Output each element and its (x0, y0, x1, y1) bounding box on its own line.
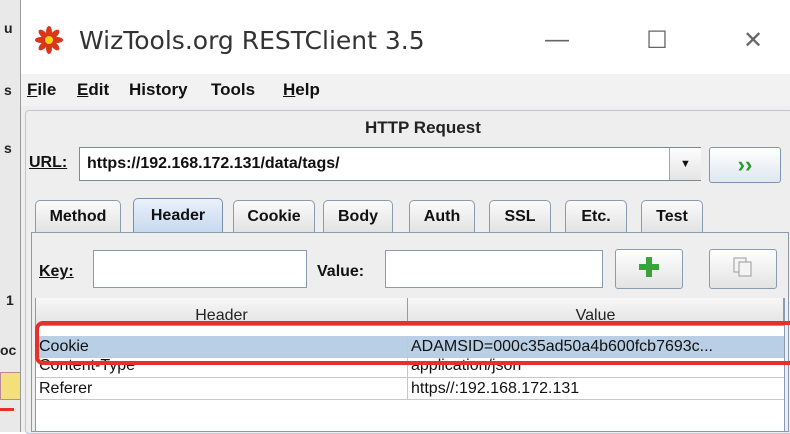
tab-auth[interactable]: Auth (409, 200, 475, 232)
menu-file-label: ile (37, 80, 57, 99)
background-fragment: u (4, 20, 13, 36)
double-arrow-icon: ›› (737, 152, 753, 177)
menu-history[interactable]: History (129, 80, 188, 100)
url-dropdown-button[interactable]: ▼ (669, 148, 701, 180)
menu-edit[interactable]: Edit (77, 80, 109, 100)
app-logo-icon (35, 26, 63, 54)
value-input[interactable] (385, 250, 603, 288)
minimize-button[interactable]: — (531, 20, 583, 60)
url-label: URL: (29, 154, 67, 172)
close-button[interactable]: ✕ (727, 20, 779, 60)
background-window-edge (0, 0, 22, 432)
copy-header-button[interactable] (709, 249, 777, 289)
menu-tools-label: Tools (211, 80, 256, 99)
menu-edit-mnemonic: E (77, 80, 89, 99)
url-label-text: URL: (29, 154, 68, 171)
background-fragment: s (4, 140, 12, 156)
header-cell: Referer (36, 378, 408, 400)
http-request-legend: HTTP Request (361, 118, 485, 138)
restclient-window: WizTools.org RESTClient 3.5 — ☐ ✕ File E… (20, 0, 790, 434)
tab-body[interactable]: Body (323, 200, 393, 232)
key-input[interactable] (93, 250, 307, 288)
menu-edit-label: dit (88, 80, 110, 99)
menu-help-mnemonic: H (283, 80, 296, 99)
table-row[interactable]: Referer https//:192.168.172.131 (36, 378, 784, 400)
maximize-button[interactable]: ☐ (631, 20, 683, 60)
background-highlight-cell (0, 372, 22, 400)
tab-cookie[interactable]: Cookie (233, 200, 315, 232)
value-cell: https//:192.168.172.131 (411, 380, 580, 397)
highlight-annotation (35, 321, 790, 365)
add-header-button[interactable] (615, 249, 683, 289)
menu-help[interactable]: Help (283, 80, 320, 100)
background-fragment: oc (0, 342, 17, 358)
window-title: WizTools.org RESTClient 3.5 (79, 26, 425, 55)
tab-etc[interactable]: Etc. (565, 200, 627, 232)
background-red-mark (0, 408, 14, 411)
tab-test[interactable]: Test (641, 200, 703, 232)
tab-method[interactable]: Method (35, 200, 121, 232)
title-bar: WizTools.org RESTClient 3.5 — ☐ ✕ (21, 0, 790, 74)
send-request-button[interactable]: ›› (709, 147, 781, 183)
menu-file-mnemonic: F (27, 80, 38, 99)
background-fragment: 1 (6, 292, 14, 308)
value-label: Value: (317, 263, 365, 280)
plus-icon (638, 256, 660, 283)
menu-help-label: elp (295, 80, 320, 99)
chevron-down-icon: ▼ (680, 158, 691, 170)
tab-ssl[interactable]: SSL (489, 200, 551, 232)
background-fragment: s (4, 82, 12, 98)
menu-file[interactable]: File (27, 80, 56, 100)
copy-icon (732, 256, 754, 283)
url-value[interactable]: https://192.168.172.131/data/tags/ (87, 155, 340, 173)
key-label-text: Key: (39, 263, 74, 280)
key-label: Key: (39, 263, 74, 281)
menu-tools[interactable]: Tools (211, 80, 255, 100)
tab-header[interactable]: Header (133, 198, 223, 232)
